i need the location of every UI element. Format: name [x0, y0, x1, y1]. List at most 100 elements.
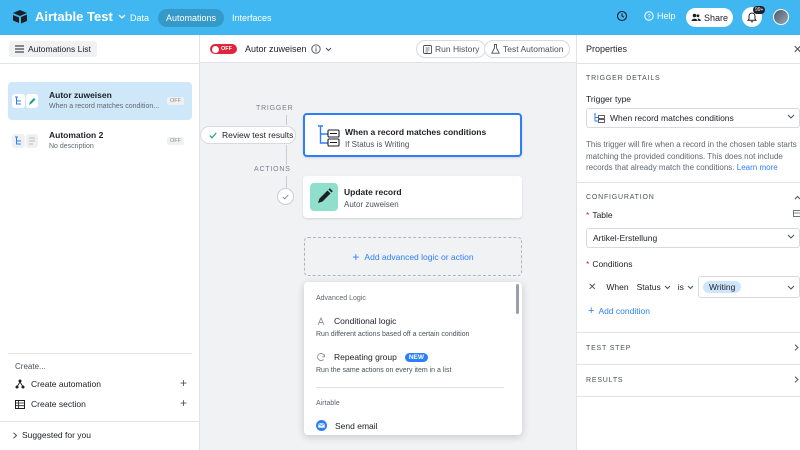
top-bar: Airtable Test Data Automations Interface… — [0, 0, 800, 35]
suggested-for-you-toggle[interactable]: Suggested for you — [12, 430, 91, 440]
test-automation-button[interactable]: Test Automation — [484, 40, 571, 58]
user-avatar[interactable] — [773, 9, 789, 25]
automation-title[interactable]: Autor zuweisen — [245, 44, 332, 54]
notification-badge: 99+ — [753, 6, 766, 14]
help-circle-icon: ? — [644, 11, 654, 21]
base-title[interactable]: Airtable Test — [35, 9, 126, 24]
actions-section-label: ACTIONS — [254, 166, 291, 173]
automation-description: When a record matches condition... — [49, 103, 160, 110]
run-history-button[interactable]: Run History — [416, 40, 487, 58]
tab-interfaces[interactable]: Interfaces — [224, 9, 280, 27]
create-label: Create... — [15, 362, 46, 371]
chevron-down-icon — [687, 285, 694, 289]
automation-name: Autor zuweisen — [49, 90, 112, 100]
table-label: * Table — [586, 210, 613, 220]
people-icon — [691, 13, 701, 21]
chevron-down-icon — [787, 234, 795, 239]
condition-value-select[interactable]: Writing — [698, 276, 800, 298]
repeat-icon — [317, 353, 325, 361]
configuration-heading: CONFIGURATION — [586, 194, 655, 201]
flask-icon — [491, 44, 500, 54]
hamburger-icon — [15, 45, 24, 53]
divider — [316, 387, 504, 388]
flow-connector — [286, 176, 287, 188]
action-subtitle: Autor zuweisen — [344, 200, 399, 209]
tab-data[interactable]: Data — [122, 9, 157, 27]
condition-when: When — [606, 282, 629, 292]
status-badge: OFF — [167, 137, 184, 145]
divider — [8, 353, 192, 354]
create-automation-button[interactable]: Create automation + — [15, 377, 187, 391]
automation-icon — [15, 379, 25, 389]
automation-name: Automation 2 — [49, 130, 104, 140]
trigger-details-heading: TRIGGER DETAILS — [586, 75, 661, 82]
history-icon[interactable] — [616, 10, 628, 22]
automation-flow-icon — [12, 133, 38, 149]
table-select[interactable]: Artikel-Erstellung — [586, 228, 800, 248]
results-section[interactable]: RESULTS — [586, 377, 623, 384]
automation-canvas: OFF Autor zuweisen Run History Test Auto… — [200, 35, 576, 450]
add-step-dropdown: Advanced Logic Conditional logic Run dif… — [304, 282, 522, 435]
chevron-down-icon — [325, 47, 331, 51]
remove-condition-icon[interactable]: ✕ — [588, 282, 596, 293]
trigger-conditions-icon — [315, 123, 341, 149]
toggle-knob — [212, 45, 219, 53]
dropdown-item-conditional-logic[interactable]: Conditional logic Run different actions … — [316, 316, 506, 338]
automation-flow-icon — [12, 93, 38, 109]
action-card[interactable]: Update record Autor zuweisen — [303, 176, 522, 218]
dropdown-scrollbar[interactable] — [516, 284, 519, 314]
condition-value-pill: Writing — [703, 281, 742, 293]
airtable-logo-icon[interactable] — [12, 10, 28, 24]
test-step-section[interactable]: TEST STEP — [586, 345, 631, 352]
automation-item-automation-2[interactable]: Automation 2 No description OFF — [8, 122, 192, 160]
new-badge: NEW — [404, 352, 429, 362]
dropdown-section-advanced: Advanced Logic — [316, 295, 366, 302]
condition-operator-select[interactable]: is — [678, 282, 694, 292]
plus-icon: + — [179, 396, 187, 410]
info-icon[interactable] — [310, 44, 321, 54]
close-icon[interactable]: ✕ — [793, 43, 800, 56]
help-button[interactable]: ? Help — [644, 11, 676, 21]
trigger-conditions-icon — [594, 113, 605, 123]
automation-item-autor-zuweisen[interactable]: Autor zuweisen When a record matches con… — [8, 82, 192, 120]
dropdown-item-send-email[interactable]: Send email — [316, 420, 506, 431]
divider — [0, 421, 200, 422]
plus-icon: + — [179, 376, 187, 390]
chevron-right-icon[interactable] — [794, 376, 799, 383]
flow-connector — [286, 115, 287, 125]
status-badge: OFF — [167, 97, 184, 105]
flow-connector — [286, 145, 287, 165]
plus-icon: + — [588, 304, 595, 317]
create-section-button[interactable]: Create section + — [15, 397, 187, 411]
chevron-up-icon[interactable] — [794, 195, 800, 200]
add-condition-button[interactable]: + Add condition — [588, 304, 650, 317]
chevron-right-icon[interactable] — [794, 344, 799, 351]
properties-panel: Properties ✕ TRIGGER DETAILS Trigger typ… — [576, 35, 800, 450]
plus-icon: + — [352, 249, 360, 264]
condition-field-select[interactable]: Status — [637, 282, 671, 292]
chevron-down-icon — [787, 114, 795, 119]
tab-automations[interactable]: Automations — [158, 9, 225, 27]
review-test-results-button[interactable]: Review test results — [200, 126, 296, 144]
trigger-type-select[interactable]: When record matches conditions — [586, 108, 800, 128]
conditional-branch-icon — [317, 316, 325, 326]
table-view-icon[interactable] — [793, 210, 800, 217]
share-button[interactable]: Share — [686, 8, 733, 27]
email-icon — [316, 420, 327, 431]
trigger-card[interactable]: When a record matches conditions If Stat… — [303, 113, 522, 157]
conditions-label: * Conditions — [586, 259, 633, 269]
properties-title: Properties — [586, 44, 628, 54]
dropdown-item-repeating-group[interactable]: Repeating group NEW Run the same actions… — [316, 352, 506, 374]
check-icon — [209, 132, 217, 139]
learn-more-link[interactable]: Learn more — [737, 163, 778, 172]
add-logic-or-action-button[interactable]: + Add advanced logic or action — [304, 237, 522, 276]
canvas-header: OFF Autor zuweisen Run History Test Auto… — [200, 35, 576, 63]
chevron-right-icon — [13, 431, 18, 439]
divider — [577, 63, 800, 64]
automations-list-button[interactable]: Automations List — [9, 41, 97, 57]
section-grid-icon — [15, 399, 25, 409]
action-status-indicator — [277, 188, 294, 205]
chevron-down-icon — [787, 285, 795, 290]
automation-toggle[interactable]: OFF — [210, 44, 237, 54]
chevron-down-icon — [664, 285, 671, 289]
